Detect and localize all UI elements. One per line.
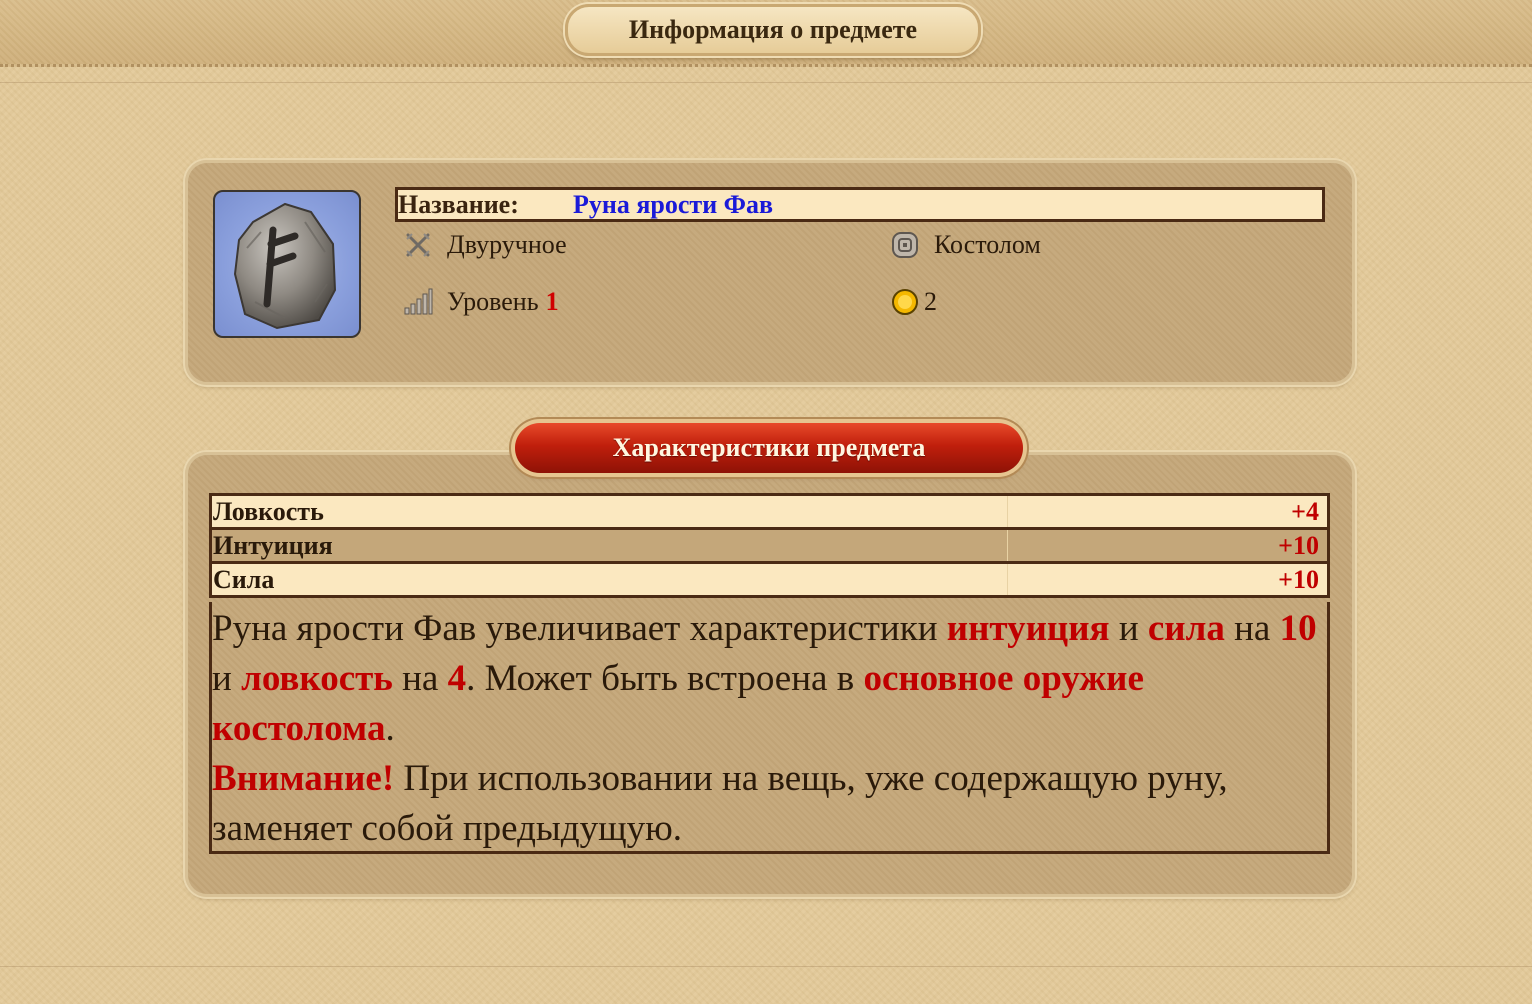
desc-text: на <box>392 658 448 699</box>
item-name-bar: Название: Руна ярости Фав <box>395 187 1325 222</box>
stat-row: Ловкость +4 <box>209 493 1330 530</box>
desc-highlight: ловкость <box>241 658 393 699</box>
price-info: 2 <box>890 287 937 317</box>
hand-type-label: Двуручное <box>447 230 567 259</box>
desc-text: Руна ярости Фав увеличивает характеристи… <box>212 608 947 649</box>
desc-highlight: 4 <box>447 658 467 699</box>
item-name-label: Название: <box>398 189 519 219</box>
stat-row: Сила +10 <box>209 561 1330 598</box>
price-value: 2 <box>924 287 937 316</box>
item-info-panel: Название: Руна ярости Фав Двуручное Кост… <box>185 160 1355 385</box>
item-image <box>213 190 361 338</box>
stat-value: +4 <box>1007 493 1330 530</box>
stat-name: Ловкость <box>209 493 1008 530</box>
level-bars-icon <box>403 287 433 317</box>
class-emblem-icon <box>890 230 920 260</box>
desc-text: на <box>1224 608 1280 649</box>
stat-row: Интуиция +10 <box>209 527 1330 564</box>
level-label: Уровень <box>447 287 539 316</box>
stats-table: Ловкость +4 Интуиция +10 Сила +10 <box>209 493 1330 598</box>
page-title: Информация о предмете <box>565 4 981 56</box>
divider <box>0 966 1532 967</box>
hand-type: Двуручное <box>403 230 567 260</box>
stat-value: +10 <box>1007 561 1330 598</box>
gold-coin-icon <box>890 287 920 317</box>
stat-value: +10 <box>1007 527 1330 564</box>
desc-text: . <box>385 708 395 749</box>
item-description: Руна ярости Фав увеличивает характеристи… <box>209 602 1330 854</box>
rune-stone-icon <box>233 202 337 330</box>
stat-name: Сила <box>209 561 1008 598</box>
level-info: Уровень 1 <box>403 287 559 317</box>
divider <box>0 82 1532 83</box>
desc-text: . Может быть встроена в <box>466 658 864 699</box>
class-name: Костолом <box>934 230 1041 259</box>
stats-section-title: Характеристики предмета <box>515 423 1023 473</box>
desc-text: и <box>1109 608 1148 649</box>
item-name: Руна ярости Фав <box>573 189 774 219</box>
desc-highlight: 10 <box>1279 608 1317 649</box>
level-value: 1 <box>545 287 559 316</box>
warning-label: Внимание! <box>212 758 395 799</box>
desc-highlight: интуиция <box>946 608 1110 649</box>
desc-text: и <box>212 658 242 699</box>
crossed-swords-icon <box>403 230 433 260</box>
class-info: Костолом <box>890 230 1041 260</box>
desc-highlight: сила <box>1147 608 1225 649</box>
stat-name: Интуиция <box>209 527 1008 564</box>
